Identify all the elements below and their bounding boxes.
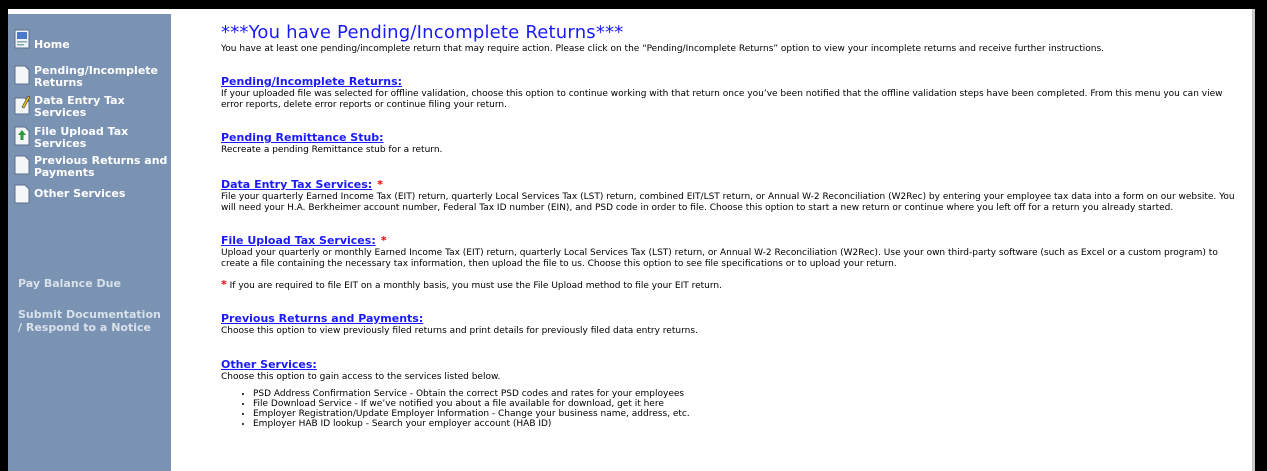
sidebar-item-previous-returns[interactable]: Previous Returns and Payments — [8, 155, 171, 184]
section-description: Upload your quarterly or monthly Earned … — [221, 248, 1218, 269]
required-asterisk: * — [377, 178, 384, 191]
sidebar-item-label: Other Services — [34, 187, 126, 200]
sidebar: Home Pending/Incomplete Returns Data Ent… — [8, 14, 171, 471]
section-description: Choose this option to gain access to the… — [221, 372, 501, 382]
list-item: File Download Service - If we’ve notifie… — [253, 399, 1246, 409]
app-frame: Home Pending/Incomplete Returns Data Ent… — [8, 9, 1255, 471]
section-description: Choose this option to view previously fi… — [221, 326, 698, 336]
section-previous-returns: Previous Returns and Payments: Choose th… — [221, 307, 1246, 337]
main-content: ***You have Pending/Incomplete Returns**… — [184, 9, 1246, 471]
list-item: Employer HAB ID lookup - Search your emp… — [253, 419, 1246, 429]
sidebar-item-home[interactable]: Home — [8, 29, 171, 65]
section-description: File your quarterly Earned Income Tax (E… — [221, 192, 1235, 213]
data-entry-tax-services-link[interactable]: Data Entry Tax Services: — [221, 178, 372, 191]
list-item: PSD Address Confirmation Service - Obtai… — [253, 389, 1246, 399]
sidebar-item-label: Home — [34, 38, 70, 51]
section-description: Recreate a pending Remittance stub for a… — [221, 145, 443, 155]
home-page-icon — [14, 29, 30, 49]
sidebar-item-pending-returns[interactable]: Pending/Incomplete Returns — [8, 65, 171, 95]
required-asterisk: * — [380, 234, 387, 247]
section-file-upload: File Upload Tax Services: * Upload your … — [221, 229, 1246, 270]
list-item: Employer Registration/Update Employer In… — [253, 409, 1246, 419]
sidebar-item-file-upload[interactable]: File Upload Tax Services — [8, 126, 171, 155]
section-data-entry: Data Entry Tax Services: * File your qua… — [221, 173, 1246, 214]
submit-documentation-link[interactable]: Submit Documentation / Respond to a Noti… — [18, 308, 168, 334]
section-pending-returns: Pending/Incomplete Returns: If your uplo… — [221, 70, 1246, 111]
document-icon — [14, 184, 30, 204]
upload-document-icon — [14, 126, 30, 146]
section-description: If your uploaded file was selected for o… — [221, 89, 1223, 110]
alert-title: ***You have Pending/Incomplete Returns**… — [221, 22, 624, 43]
document-icon — [14, 65, 30, 85]
pending-returns-link[interactable]: Pending/Incomplete Returns: — [221, 75, 402, 88]
pending-remittance-stub-link[interactable]: Pending Remittance Stub: — [221, 131, 384, 144]
previous-returns-link[interactable]: Previous Returns and Payments: — [221, 312, 423, 325]
other-services-link[interactable]: Other Services: — [221, 358, 317, 371]
section-other-services: Other Services: Choose this option to ga… — [221, 353, 1246, 429]
sidebar-item-label: Pending/Incomplete Returns — [34, 64, 159, 89]
sidebar-item-data-entry[interactable]: Data Entry Tax Services — [8, 95, 171, 126]
alert-text: You have at least one pending/incomplete… — [221, 44, 1105, 54]
services-list: PSD Address Confirmation Service - Obtai… — [233, 389, 1246, 429]
sidebar-item-other-services[interactable]: Other Services — [8, 184, 171, 208]
document-icon — [14, 155, 30, 175]
sidebar-item-label: Previous Returns and Payments — [34, 154, 168, 179]
required-asterisk: * — [221, 278, 227, 291]
right-border — [1252, 9, 1255, 471]
section-remittance-stub: Pending Remittance Stub: Recreate a pend… — [221, 126, 1246, 156]
sidebar-item-label: File Upload Tax Services — [34, 125, 129, 150]
pay-balance-link[interactable]: Pay Balance Due — [18, 277, 121, 290]
pencil-document-icon — [14, 95, 31, 115]
monthly-eit-note: * If you are required to file EIT on a m… — [221, 279, 1246, 292]
sidebar-item-label: Data Entry Tax Services — [34, 94, 125, 119]
note-text: If you are required to file EIT on a mon… — [229, 281, 722, 291]
file-upload-tax-services-link[interactable]: File Upload Tax Services: — [221, 234, 376, 247]
